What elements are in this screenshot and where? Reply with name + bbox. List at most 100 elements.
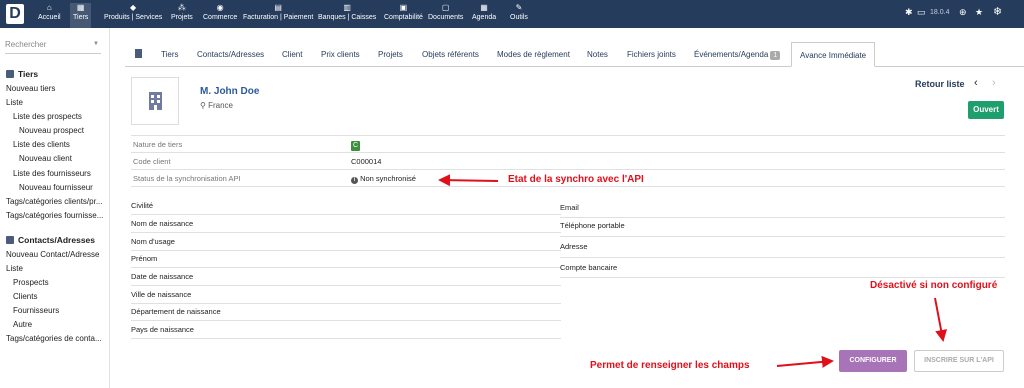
tab-tiers[interactable]: Tiers [161,42,178,67]
left-sidebar: Rechercher ▼ Tiers Nouveau tiers Liste L… [0,28,110,388]
field-telephone: Téléphone portable [560,218,1005,237]
building-icon [135,49,142,58]
tab-contacts[interactable]: Contacts/Adresses [197,42,264,67]
info-circle-icon: i [351,177,358,184]
sidebar-item-liste[interactable]: Liste [6,98,106,108]
sidebar-header-tiers[interactable]: Tiers [6,69,106,79]
bug-icon[interactable]: ✱ [905,7,913,18]
annotation-disabled: Désactivé si non configuré [870,280,998,291]
sidebar-item-tags-contacts[interactable]: Tags/catégories de conta... [6,334,106,344]
field-date-naissance: Date de naissance [131,268,561,286]
field-nom-usage: Nom d'usage [131,233,561,251]
inscrire-api-button[interactable]: INSCRIRE SUR L'API [914,350,1004,372]
sidebar-item-fournisseurs[interactable]: Fournisseurs [13,306,113,316]
calendar-icon: ▦ [480,3,488,12]
sidebar-item-autre[interactable]: Autre [13,320,113,330]
building-icon [6,70,14,78]
search-coin-icon: ▣ [399,3,408,12]
field-ville-naissance: Ville de naissance [131,286,561,304]
sidebar-item-liste-contacts[interactable]: Liste [6,264,106,274]
sidebar-item-nouveau-client[interactable]: Nouveau client [19,154,119,164]
menu-produits[interactable]: ◆ Produits | Services [104,3,162,22]
annotation-fill: Permet de renseigner les champs [590,360,750,371]
sidebar-header-contacts[interactable]: Contacts/Adresses [6,235,106,245]
status-open-badge: Ouvert [968,101,1004,119]
row-code-client: Code client C000014 [131,153,1005,170]
tab-icon-building[interactable] [135,42,142,67]
top-menu-bar: D ⌂ Accueil ▦ Tiers ◆ Produits | Service… [0,0,1024,28]
thirdparty-name[interactable]: M. John Doe [200,86,259,97]
field-pays-naissance: Pays de naissance [131,321,561,339]
bank-icon: ▥ [343,3,351,12]
field-departement-naissance: Département de naissance [131,303,561,321]
user-avatar-icon[interactable]: ❄ [993,5,1002,18]
field-nom-naissance: Nom de naissance [131,215,561,233]
field-adresse: Adresse [560,237,1005,258]
sidebar-item-tags-fournisseurs[interactable]: Tags/catégories fournisse... [6,211,106,221]
sidebar-item-prospects[interactable]: Prospects [13,278,113,288]
menu-comptabilite[interactable]: ▣ Comptabilité [384,3,423,22]
tab-evenements[interactable]: Événements/Agenda 1 [694,42,781,67]
wrench-icon: ✎ [515,3,523,12]
sitemap-icon: ⁂ [177,3,186,12]
menu-projets[interactable]: ⁂ Projets [171,3,193,22]
sidebar-item-liste-clients[interactable]: Liste des clients [13,140,113,150]
configurer-button[interactable]: CONFIGURER [839,350,907,372]
version-label: 18.0.4 [930,9,950,16]
menu-accueil[interactable]: ⌂ Accueil [38,3,61,22]
count-badge: 1 [770,51,781,60]
sidebar-item-nouveau-contact[interactable]: Nouveau Contact/Adresse [6,250,106,260]
back-to-list-link[interactable]: Retour liste [915,79,965,89]
menu-banques[interactable]: ▥ Banques | Caisses [318,3,376,22]
sync-status-value: Non synchronisé [360,174,416,183]
thirdparty-country: ⚲ France [200,101,233,110]
cube-icon: ◆ [130,3,137,12]
search-input[interactable]: Rechercher ▼ [5,40,101,54]
tab-projets[interactable]: Projets [378,42,403,67]
thirdparty-logo [131,77,179,125]
tab-objets-referents[interactable]: Objets référents [422,42,479,67]
address-book-icon [6,236,14,244]
row-nature: Nature de tiers C [131,136,1005,153]
field-compte-bancaire: Compte bancaire [560,258,1005,278]
sidebar-item-nouveau-tiers[interactable]: Nouveau tiers [6,84,106,94]
next-arrow-icon[interactable]: › [992,77,996,89]
tab-notes[interactable]: Notes [587,42,608,67]
sidebar-item-nouveau-prospect[interactable]: Nouveau prospect [19,126,119,136]
sidebar-item-nouveau-fournisseur[interactable]: Nouveau fournisseur [19,183,119,193]
folder-icon: ▢ [441,3,450,12]
tab-modes-reglement[interactable]: Modes de règlement [497,42,570,67]
invoice-icon: ▤ [274,3,282,12]
map-marker-icon: ⚲ [200,101,206,110]
menu-agenda[interactable]: ▦ Agenda [472,3,496,22]
tab-client[interactable]: Client [282,42,302,67]
field-civilite: Civilité [131,197,561,215]
menu-tiers[interactable]: ▦ Tiers [70,3,92,28]
sidebar-item-tags-clients[interactable]: Tags/catégories clients/pr... [6,197,106,207]
star-icon[interactable]: ★ [975,7,983,18]
previous-arrow-icon[interactable]: ‹ [974,77,978,89]
dolibarr-logo[interactable]: D [6,4,24,24]
home-icon: ⌂ [46,3,52,12]
arrow-disabled [934,297,948,342]
tab-fichiers-joints[interactable]: Fichiers joints [627,42,676,67]
sidebar-item-liste-fournisseurs[interactable]: Liste des fournisseurs [13,169,113,179]
printer-icon[interactable]: ▭ [917,7,926,18]
menu-commerce[interactable]: ◉ Commerce [203,3,237,22]
suitcase-icon: ◉ [216,3,224,12]
plus-circle-icon[interactable]: ⊕ [959,7,967,18]
nature-badge: C [351,141,360,151]
tab-avance-immediate[interactable]: Avance Immédiate [791,42,876,67]
sidebar-item-clients[interactable]: Clients [13,292,113,302]
menu-facturation[interactable]: ▤ Facturation | Paiement [243,3,313,22]
field-prenom: Prénom [131,250,561,268]
menu-outils[interactable]: ✎ Outils [510,3,528,22]
field-email: Email [560,197,1005,218]
chevron-down-icon[interactable]: ▼ [93,41,99,47]
tab-bar: Tiers Contacts/Adresses Client Prix clie… [125,42,1024,67]
tab-prix-clients[interactable]: Prix clients [321,42,360,67]
annotation-sync: Etat de la synchro avec l'API [508,174,644,185]
building-icon: ▦ [76,3,85,12]
sidebar-item-liste-prospects[interactable]: Liste des prospects [13,112,113,122]
menu-documents[interactable]: ▢ Documents [428,3,463,22]
